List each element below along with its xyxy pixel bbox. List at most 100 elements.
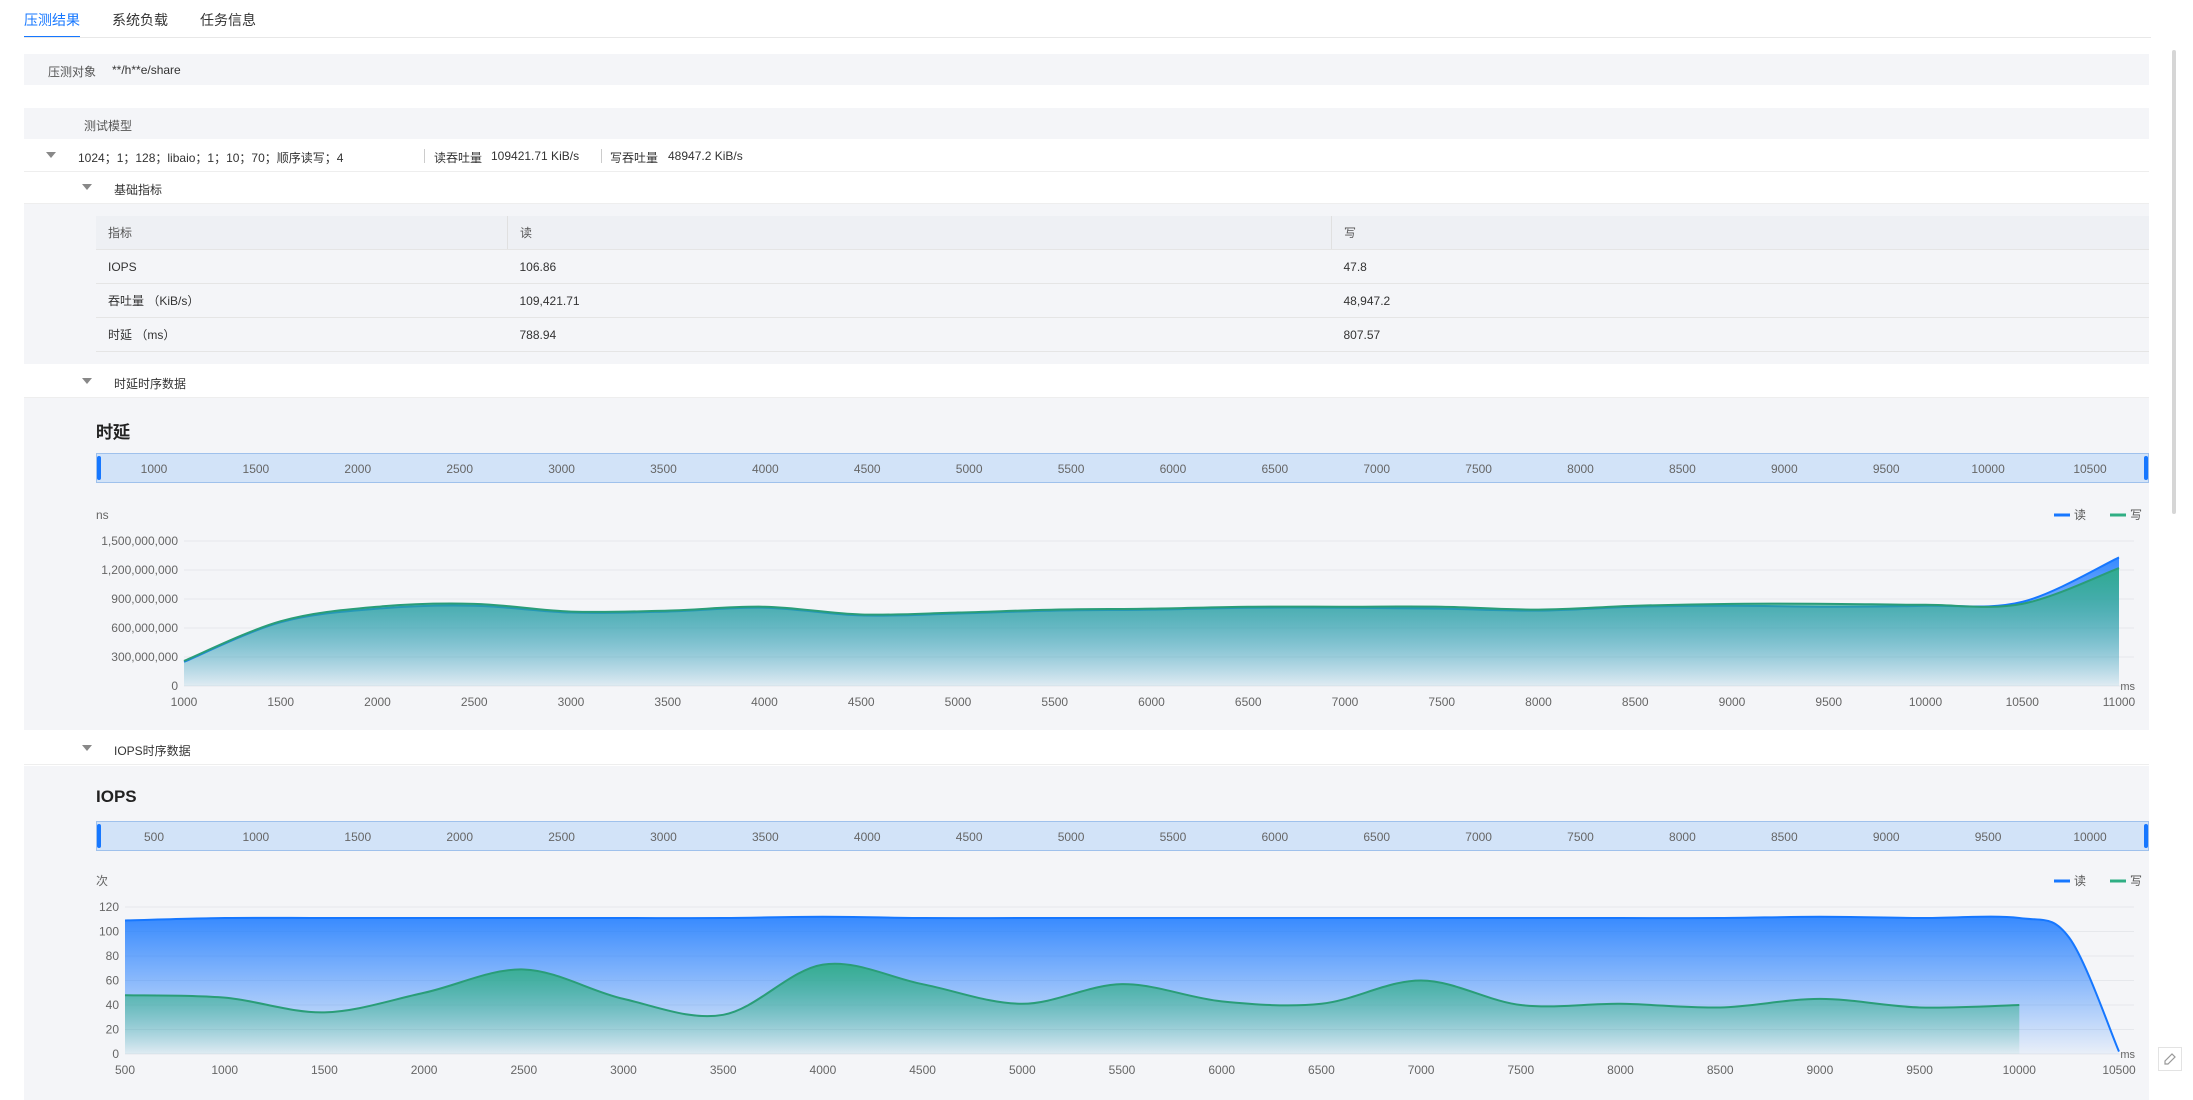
y-tick-label: 100 (99, 925, 119, 939)
tab-task-info[interactable]: 任务信息 (200, 10, 256, 38)
x-tick-label: 8500 (1622, 695, 1649, 709)
x-tick-label: 10500 (2006, 695, 2040, 709)
y-tick-label: 1,500,000,000 (101, 534, 178, 548)
column-header: 读 (507, 216, 1332, 250)
x-tick-label: 8000 (1525, 695, 1552, 709)
x-tick-label: 5000 (945, 695, 972, 709)
basic-metrics-panel: 指标 读 写 IOPS 106.86 47.8 吞吐量 （KiB/s） 109,… (24, 204, 2149, 364)
tab-bar: 压测结果 系统负载 任务信息 (24, 0, 288, 38)
table-row: 吞吐量 （KiB/s） 109,421.71 48,947.2 (96, 283, 2149, 318)
edit-icon[interactable] (2158, 1047, 2182, 1071)
test-model-config: 1024；1；128；libaio；1；10；70；顺序读写；4 (78, 151, 344, 165)
test-model-header-label: 测试模型 (84, 119, 133, 133)
collapse-caret-icon[interactable] (82, 184, 92, 190)
x-tick-label: 9500 (1906, 1063, 1933, 1077)
table-cell: 吞吐量 （KiB/s） (96, 283, 508, 318)
x-tick-label: 7500 (1507, 1063, 1534, 1077)
test-model-row[interactable]: 1024；1；128；libaio；1；10；70；顺序读写；4 读吞吐量 10… (24, 140, 2149, 172)
divider (424, 149, 425, 163)
table-cell: 807.57 (1331, 317, 2149, 352)
x-tick-label: 4000 (751, 695, 778, 709)
y-tick-label: 80 (106, 949, 120, 963)
x-tick-label: 1000 (171, 695, 198, 709)
table-cell: 109,421.71 (507, 283, 1332, 318)
x-axis-unit: ms (2120, 1049, 2135, 1061)
latency-chart: 0 300,000,000 600,000,000 900,000,000 1,200,… (96, 508, 2142, 709)
latency-series-header[interactable]: 时延时序数据 (24, 366, 2149, 398)
x-tick-label: 3500 (654, 695, 681, 709)
tab-divider (24, 37, 2151, 38)
x-tick-label: 5000 (1009, 1063, 1036, 1077)
table-cell: 788.94 (507, 317, 1332, 352)
iops-series-header[interactable]: IOPS时序数据 (24, 733, 2149, 765)
legend-label: 写 (2130, 874, 2142, 888)
test-model-header: 测试模型 (24, 108, 2149, 139)
x-tick-label: 5500 (1109, 1063, 1136, 1077)
x-tick-label: 500 (115, 1063, 135, 1077)
table-row: 时延 （ms） 788.94 807.57 (96, 317, 2149, 352)
latency-chart-panel: 时延 1000 1500 2000 2500 3000 3500 4000 4500 5000 5… (24, 398, 2149, 730)
x-tick-label: 9000 (1807, 1063, 1834, 1077)
basic-metrics-title: 基础指标 (114, 183, 163, 197)
x-tick-label: 4500 (848, 695, 875, 709)
y-tick-label: 0 (112, 1047, 119, 1061)
table-cell: 106.86 (507, 249, 1332, 284)
write-throughput-label: 写吞吐量 (610, 151, 659, 165)
x-tick-label: 2500 (510, 1063, 537, 1077)
x-tick-label: 5500 (1041, 695, 1068, 709)
read-throughput-label: 读吞吐量 (434, 151, 483, 165)
legend-label: 写 (2130, 508, 2142, 522)
x-tick-label: 3500 (710, 1063, 737, 1077)
iops-series-title: IOPS时序数据 (114, 744, 191, 758)
table-cell: IOPS (96, 249, 508, 284)
x-tick-label: 10000 (1909, 695, 1943, 709)
collapse-caret-icon[interactable] (82, 745, 92, 751)
latency-series-title: 时延时序数据 (114, 377, 187, 391)
x-tick-label: 2500 (461, 695, 488, 709)
y-tick-label: 600,000,000 (111, 621, 178, 635)
x-tick-label: 6500 (1235, 695, 1262, 709)
y-tick-label: 0 (171, 679, 178, 693)
y-tick-label: 120 (99, 900, 119, 914)
x-tick-label: 3000 (610, 1063, 637, 1077)
basic-metrics-header[interactable]: 基础指标 (24, 172, 2149, 204)
y-axis-label: ns (96, 508, 109, 522)
test-target-row: 压测对象 **/h**e/share (24, 54, 2149, 85)
y-axis-label: 次 (96, 874, 108, 888)
x-tick-label: 9000 (1719, 695, 1746, 709)
x-tick-label: 7000 (1332, 695, 1359, 709)
x-tick-label: 6000 (1208, 1063, 1235, 1077)
divider (601, 149, 602, 163)
y-tick-label: 20 (106, 1023, 120, 1037)
x-tick-label: 7500 (1428, 695, 1455, 709)
x-tick-label: 7000 (1408, 1063, 1435, 1077)
x-tick-label: 8500 (1707, 1063, 1734, 1077)
x-tick-label: 3000 (558, 695, 585, 709)
x-tick-label: 1500 (267, 695, 294, 709)
legend-label: 读 (2074, 874, 2086, 888)
test-target-value: **/h**e/share (112, 63, 181, 77)
tab-system-load[interactable]: 系统负载 (112, 10, 168, 38)
tab-test-results[interactable]: 压测结果 (24, 10, 80, 38)
x-tick-label: 1500 (311, 1063, 338, 1077)
iops-chart-panel: IOPS 500 1000 1500 2000 2500 3000 3500 4000 4500… (24, 766, 2149, 1100)
x-tick-label: 10000 (2003, 1063, 2037, 1077)
y-tick-label: 300,000,000 (111, 650, 178, 664)
page-scrollbar[interactable] (2172, 50, 2176, 514)
read-throughput-value: 109421.71 KiB/s (491, 149, 580, 163)
x-tick-label: 11000 (2103, 695, 2136, 709)
iops-chart: 0 20 40 60 80 100 120 次 500 1000 1500 2000 2500 3000 3… (96, 874, 2142, 1077)
basic-metrics-table: 指标 读 写 IOPS 106.86 47.8 吞吐量 （KiB/s） 109,… (96, 216, 2149, 352)
column-header: 写 (1331, 216, 2149, 250)
write-throughput-value: 48947.2 KiB/s (668, 149, 743, 163)
y-tick-label: 60 (106, 974, 120, 988)
collapse-caret-icon[interactable] (82, 378, 92, 384)
x-axis-unit: ms (2120, 681, 2135, 693)
collapse-caret-icon[interactable] (46, 152, 56, 158)
x-tick-label: 4000 (810, 1063, 837, 1077)
test-target-label: 压测对象 (48, 65, 97, 79)
y-tick-label: 900,000,000 (111, 592, 178, 606)
y-tick-label: 1,200,000,000 (101, 563, 178, 577)
table-cell: 47.8 (1331, 249, 2149, 284)
x-tick-label: 8000 (1607, 1063, 1634, 1077)
